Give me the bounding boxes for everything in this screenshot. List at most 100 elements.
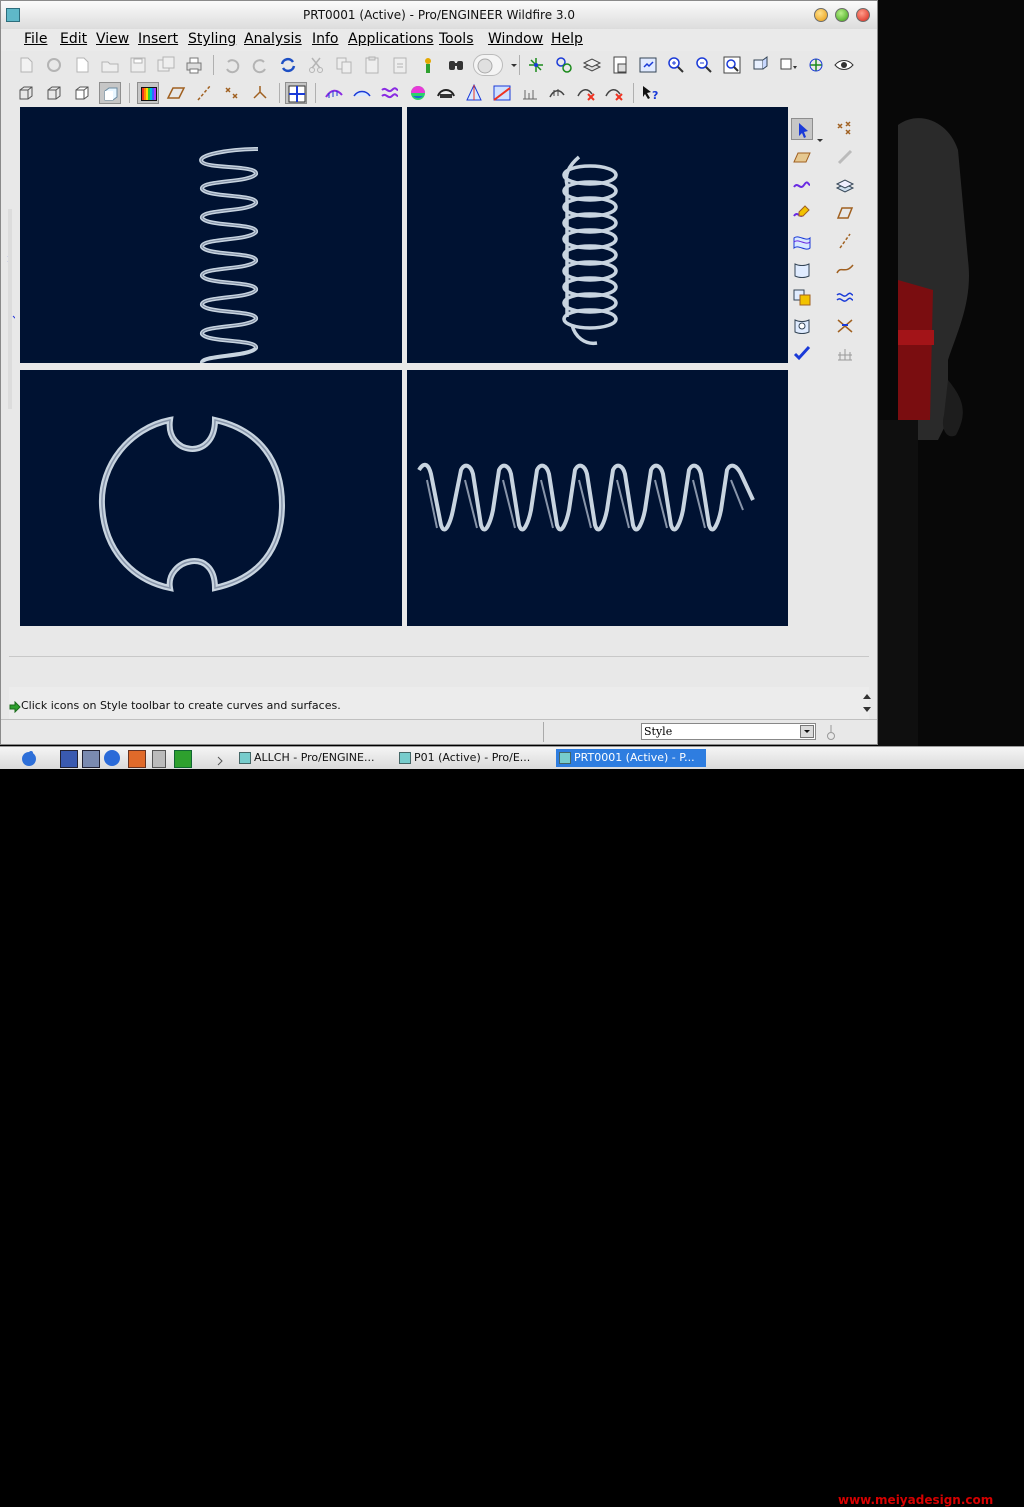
point-display-icon[interactable] [221,82,243,104]
task-p01[interactable]: P01 (Active) - Pro/E... [396,749,546,767]
menu-view[interactable]: View [96,31,129,47]
viewport-top-left[interactable] [20,107,402,363]
trash-icon[interactable] [152,750,166,768]
boundary-surface-icon[interactable] [791,230,813,252]
paste-icon[interactable] [361,54,383,76]
minimize-button[interactable] [814,8,828,22]
apple-menu-icon[interactable] [20,749,38,767]
csys-display-icon[interactable] [249,82,271,104]
menu-info[interactable]: Info [312,31,339,47]
menu-help[interactable]: Help [551,31,583,47]
reorient-icon[interactable] [749,54,771,76]
section-icon[interactable] [351,82,373,104]
new-icon[interactable] [15,54,37,76]
viewport-bottom-right[interactable] [407,370,788,626]
point-cross-icon[interactable] [834,118,856,140]
copy-icon[interactable] [333,54,355,76]
files-icon[interactable] [82,750,100,768]
selection-filter-icon[interactable] [473,54,503,76]
offset-curve-icon[interactable] [834,286,856,308]
create-file-icon[interactable] [71,54,93,76]
edit-curve-icon[interactable] [791,202,813,224]
regenerate-icon[interactable] [277,54,299,76]
plane-icon[interactable] [834,202,856,224]
axis-line-icon[interactable] [834,230,856,252]
cut-icon[interactable] [305,54,327,76]
color-appearance-icon[interactable] [137,82,159,104]
datum-axis-display-icon[interactable] [193,82,215,104]
terminal-icon[interactable] [60,750,78,768]
view-manager-icon[interactable] [609,54,631,76]
done-check-icon[interactable] [791,342,813,364]
save-copy-icon[interactable] [155,54,177,76]
selection-filter-dropdown[interactable]: Style [641,723,816,740]
left-panel-handle[interactable] [6,109,17,624]
chevron-right-icon[interactable] [216,752,224,766]
paste-special-icon[interactable] [389,54,411,76]
browser-icon[interactable] [104,750,120,766]
new-window-icon[interactable] [43,54,65,76]
hide-analysis-icon[interactable] [575,82,597,104]
close-button[interactable] [856,8,870,22]
surface-stack-icon[interactable] [834,174,856,196]
spin-center-icon[interactable] [805,54,827,76]
layers-icon[interactable] [581,54,603,76]
mail-icon[interactable] [128,750,146,768]
task-allch[interactable]: ALLCH - Pro/ENGINE... [236,749,386,767]
title-bar[interactable]: PRT0001 (Active) - Pro/ENGINEER Wildfire… [1,1,877,30]
task-prt0001[interactable]: PRT0001 (Active) - P... [556,749,706,767]
menu-tools[interactable]: Tools [439,31,474,47]
curve-icon[interactable] [791,174,813,196]
shading-icon[interactable] [99,82,121,104]
calculator-icon[interactable] [174,750,192,768]
menu-analysis[interactable]: Analysis [244,31,302,47]
connect-surface-icon[interactable] [791,286,813,308]
menu-applications[interactable]: Applications [348,31,434,47]
menu-window[interactable]: Window [488,31,543,47]
grid-icon[interactable] [285,82,307,104]
reflection-icon[interactable] [407,82,429,104]
menu-edit[interactable]: Edit [60,31,87,47]
save-icon[interactable] [127,54,149,76]
dihedral-icon[interactable] [519,82,541,104]
viewport-bottom-left[interactable] [20,370,402,626]
repaint-icon[interactable] [637,54,659,76]
zoom-out-icon[interactable] [693,54,715,76]
menu-styling[interactable]: Styling [188,31,236,47]
shade-analysis-icon[interactable] [435,82,457,104]
chevron-down-icon[interactable] [503,54,517,76]
freeform-curve-icon[interactable] [834,258,856,280]
model-tree-icon[interactable] [417,54,439,76]
sketch-plane-icon[interactable] [791,146,813,168]
datum-point-icon[interactable] [525,54,547,76]
redo-icon[interactable] [249,54,271,76]
find-icon[interactable] [445,54,467,76]
menu-file[interactable]: File [24,31,47,47]
open-icon[interactable] [99,54,121,76]
trim-surface-icon[interactable] [791,314,813,336]
undo-icon[interactable] [221,54,243,76]
maximize-button[interactable] [835,8,849,22]
lock-icon[interactable] [824,723,838,741]
viewport-top-right[interactable] [407,107,788,363]
chevron-down-icon[interactable] [800,725,814,738]
offset-icon[interactable] [379,82,401,104]
wireframe-icon[interactable] [15,82,37,104]
draft-icon[interactable] [463,82,485,104]
hidden-line-icon[interactable] [43,82,65,104]
delete-analysis-icon[interactable] [547,82,569,104]
intersect-curve-icon[interactable] [834,314,856,336]
datum-plane-display-icon[interactable] [165,82,187,104]
visibility-icon[interactable] [833,54,855,76]
surface-icon[interactable] [791,258,813,280]
grid-points-icon[interactable] [834,342,856,364]
message-scrollbar[interactable] [860,689,874,717]
no-hidden-icon[interactable] [71,82,93,104]
print-icon[interactable] [183,54,205,76]
unhide-analysis-icon[interactable] [603,82,625,104]
select-arrow-icon[interactable] [791,118,813,140]
refit-icon[interactable] [721,54,743,76]
menu-insert[interactable]: Insert [138,31,178,47]
chevron-down-icon[interactable] [816,129,824,142]
datum-axis-icon[interactable] [553,54,575,76]
